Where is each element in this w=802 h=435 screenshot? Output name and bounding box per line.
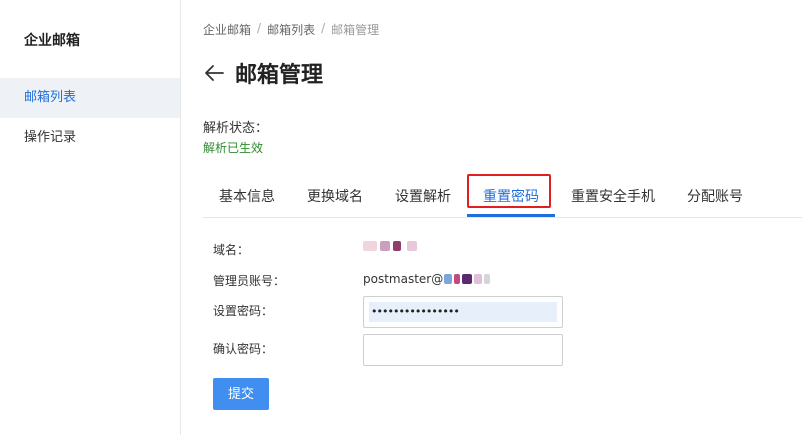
breadcrumb: 企业邮箱 / 邮箱列表 / 邮箱管理 — [203, 21, 379, 38]
sidebar-item-operation-log[interactable]: 操作记录 — [0, 118, 180, 158]
admin-account-label: 管理员账号： — [213, 274, 286, 288]
arrow-left-icon[interactable] — [203, 62, 225, 84]
main-content: 企业邮箱 / 邮箱列表 / 邮箱管理 邮箱管理 解析状态： 解析已生效 基本信息… — [182, 0, 802, 435]
admin-account-prefix: postmaster@ — [363, 272, 444, 286]
redacted-block — [454, 274, 461, 284]
breadcrumb-separator: / — [321, 21, 326, 35]
confirm-password-label: 确认密码： — [213, 342, 274, 356]
set-password-value: •••••••••••••••• — [369, 302, 557, 322]
domain-value-redacted — [363, 241, 417, 251]
sidebar: 企业邮箱 邮箱列表 操作记录 — [0, 0, 181, 435]
breadcrumb-item-current: 邮箱管理 — [331, 23, 380, 37]
submit-button[interactable]: 提交 — [213, 378, 269, 410]
tab-dns-settings[interactable]: 设置解析 — [395, 182, 451, 216]
redacted-block — [462, 274, 473, 284]
set-password-label: 设置密码： — [213, 304, 274, 318]
redacted-block — [393, 241, 401, 251]
redacted-block — [380, 241, 390, 251]
tab-change-domain[interactable]: 更换域名 — [307, 182, 363, 216]
tab-assign-account[interactable]: 分配账号 — [687, 182, 743, 216]
sidebar-item-mailbox-list[interactable]: 邮箱列表 — [0, 78, 180, 118]
breadcrumb-item-enterprise-mail[interactable]: 企业邮箱 — [203, 21, 251, 38]
confirm-password-input[interactable] — [363, 334, 563, 366]
resolve-status-value: 解析已生效 — [203, 141, 264, 155]
page-title: 邮箱管理 — [235, 63, 324, 88]
redacted-block — [407, 241, 417, 251]
redacted-block — [444, 274, 453, 284]
domain-label: 域名： — [213, 243, 250, 257]
set-password-input[interactable]: •••••••••••••••• — [363, 296, 563, 328]
redacted-block — [363, 241, 377, 251]
breadcrumb-separator: / — [257, 21, 262, 35]
breadcrumb-item-mailbox-list[interactable]: 邮箱列表 — [267, 21, 315, 38]
admin-account-value: postmaster@ — [363, 272, 491, 286]
tab-reset-password[interactable]: 重置密码 — [483, 182, 539, 216]
redacted-block — [474, 274, 483, 284]
resolve-status-label: 解析状态： — [203, 121, 269, 136]
sidebar-title: 企业邮箱 — [24, 33, 80, 49]
page-header: 邮箱管理 — [203, 57, 323, 89]
tab-bar: 基本信息 更换域名 设置解析 重置密码 重置安全手机 分配账号 — [203, 174, 802, 218]
tab-reset-security-phone[interactable]: 重置安全手机 — [571, 182, 655, 216]
tab-basic-info[interactable]: 基本信息 — [219, 182, 275, 216]
tab-active-underline — [467, 214, 555, 217]
redacted-block — [484, 274, 491, 284]
